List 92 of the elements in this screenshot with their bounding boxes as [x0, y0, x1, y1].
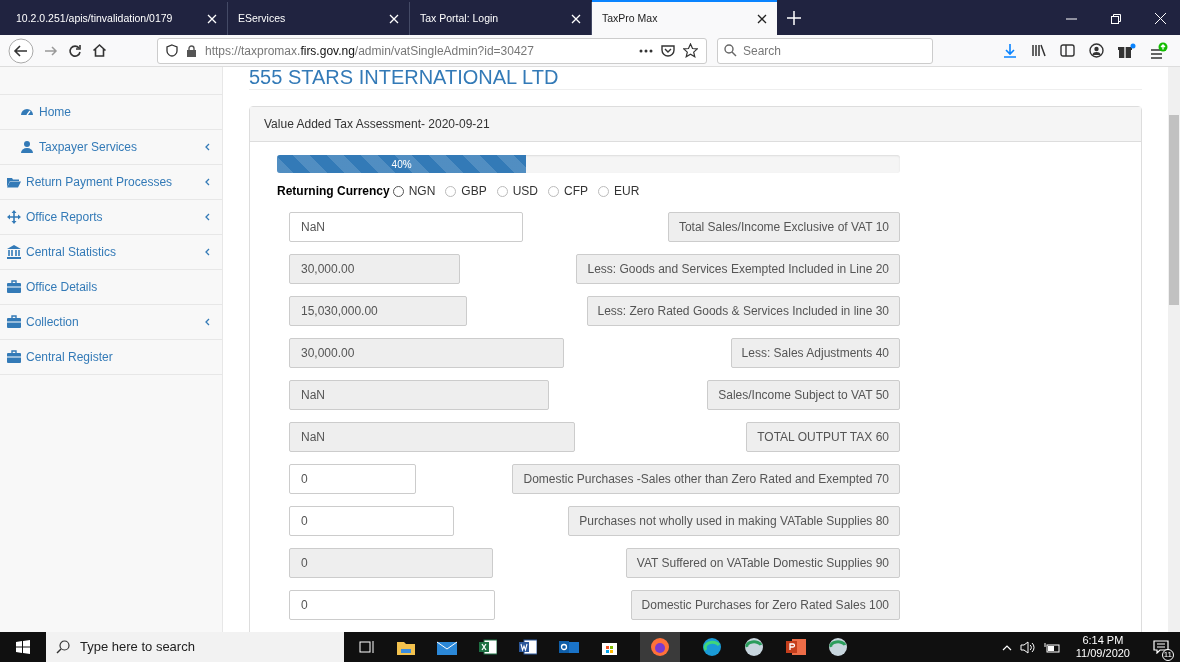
currency-label: Returning Currency [277, 183, 390, 200]
library-icon[interactable] [1031, 44, 1046, 57]
field-label: VAT Suffered on VATable Domestic Supplies 90 [625, 548, 900, 578]
input-field: 30,000.00 [289, 338, 564, 368]
globe-icon[interactable] [702, 637, 722, 657]
address-bar[interactable]: https://taxpromax.firs.gov.ng/admin/vatSingleAdmin?id=30427 [157, 37, 707, 64]
sidebar-item[interactable]: Taxpayer Services [0, 130, 222, 165]
restore-icon[interactable] [1111, 13, 1121, 24]
email-client-icon[interactable] [559, 639, 579, 655]
panel-heading: Value Added Tax Assessment- 2020-09-21 [250, 107, 1141, 142]
field-label: Less: Goods and Services Exempted Included in Line 20 [576, 254, 900, 284]
notification-icon [1153, 640, 1169, 654]
browser-tab[interactable]: TaxPro Max [592, 0, 777, 35]
radio-option[interactable]: EUR [598, 182, 640, 200]
document-icon[interactable] [519, 639, 537, 655]
forward-icon[interactable] [44, 43, 58, 58]
globe-icon[interactable] [828, 637, 848, 657]
pocket-icon[interactable] [661, 44, 675, 57]
gift-icon[interactable] [1118, 42, 1136, 59]
new-tab-icon[interactable] [787, 11, 801, 25]
input-field[interactable]: NaN [289, 212, 523, 242]
sidebar-item[interactable]: Central Statistics [0, 235, 222, 270]
back-icon[interactable] [8, 37, 34, 64]
download-icon[interactable] [1003, 43, 1017, 58]
taskbar-search-field[interactable]: Type here to search [46, 632, 344, 662]
clock-date[interactable]: 11/09/2020 [1075, 647, 1130, 660]
search-field[interactable]: Search [717, 37, 933, 64]
field-label: Purchases not wholly used in making VATable Supplies 80 [568, 506, 900, 536]
mail-icon[interactable] [437, 639, 457, 655]
input-field[interactable]: 0 [289, 590, 495, 620]
star-icon[interactable] [683, 43, 698, 58]
radio-option[interactable]: CFP [548, 182, 589, 200]
input-field: 15,030,000.00 [289, 296, 467, 326]
bank-icon [7, 245, 21, 259]
search-icon [724, 44, 737, 57]
url-text: https://taxpromax.firs.gov.ng/admin/vatSingleAdmin?id=30427 [205, 42, 535, 60]
radio-option[interactable]: NGN [392, 182, 436, 200]
close-icon[interactable] [757, 13, 767, 24]
input-field: NaN [289, 422, 575, 452]
radio-option[interactable]: GBP [445, 182, 487, 200]
presentation-icon[interactable] [786, 638, 806, 656]
briefcase-icon [7, 315, 21, 329]
start-icon[interactable] [16, 640, 30, 654]
field-label: Total Sales/Income Exclusive of VAT 10 [667, 212, 900, 242]
briefcase-icon [7, 350, 21, 364]
field-label: Sales/Income Subject to VAT 50 [707, 380, 900, 410]
scrollbar[interactable] [1168, 67, 1180, 632]
input-field: 0 [289, 548, 493, 578]
spreadsheet-icon[interactable] [479, 639, 497, 655]
globe-icon[interactable] [744, 637, 764, 657]
shield-icon [166, 44, 178, 57]
clock-time[interactable]: 6:14 PM [1082, 634, 1124, 647]
sidebar-item[interactable]: Central Register [0, 340, 222, 375]
arrows-icon [7, 210, 21, 224]
input-field: NaN [289, 380, 549, 410]
reload-icon[interactable] [68, 43, 82, 58]
lock-icon [186, 44, 197, 57]
field-label: TOTAL OUTPUT TAX 60 [746, 422, 900, 452]
task-view-icon[interactable] [359, 640, 375, 654]
progress-bar: 40% [277, 155, 527, 173]
browser-taskbar-button[interactable] [640, 632, 680, 662]
company-title: 555 STARS INTERNATIONAL LTD [249, 67, 1142, 90]
input-field[interactable]: 0 [289, 506, 454, 536]
more-icon[interactable] [639, 48, 653, 53]
field-label: Less: Zero Rated Goods & Services Included in line 30 [586, 296, 900, 326]
notification-count: 11 [1161, 649, 1174, 661]
field-label: Domestic Purchases -Sales other than Zero Rated and Exempted 70 [512, 464, 900, 494]
folder-icon [7, 175, 21, 189]
browser-icon [650, 637, 670, 657]
input-field[interactable]: 0 [289, 464, 416, 494]
sidebar-item[interactable]: Office Details [0, 270, 222, 305]
speaker-icon[interactable] [1019, 640, 1036, 654]
account-icon[interactable] [1089, 43, 1104, 58]
field-label: Domestic Purchases for Zero Rated Sales 100 [630, 590, 900, 620]
field-label: Less: Sales Adjustments 40 [730, 338, 900, 368]
sidebar-icon[interactable] [1060, 44, 1075, 57]
battery-icon[interactable] [1043, 641, 1060, 653]
chevron-up-icon[interactable] [1001, 643, 1012, 651]
briefcase-icon [7, 280, 21, 294]
sidebar-item[interactable]: Office Reports [0, 200, 222, 235]
minimize-icon[interactable] [1066, 17, 1077, 20]
radio-option[interactable]: USD [496, 182, 539, 200]
notification-button[interactable]: 11 [1146, 632, 1176, 662]
menu-icon[interactable] [1150, 42, 1168, 59]
user-icon [20, 140, 34, 154]
sidebar-item[interactable]: Return Payment Processes [0, 165, 222, 200]
sidebar-item[interactable]: Collection [0, 305, 222, 340]
search-icon [56, 640, 70, 654]
folder-icon[interactable] [397, 639, 415, 655]
sidebar-item[interactable]: Home [0, 95, 222, 130]
input-field: 30,000.00 [289, 254, 460, 284]
home-icon[interactable] [92, 43, 107, 58]
